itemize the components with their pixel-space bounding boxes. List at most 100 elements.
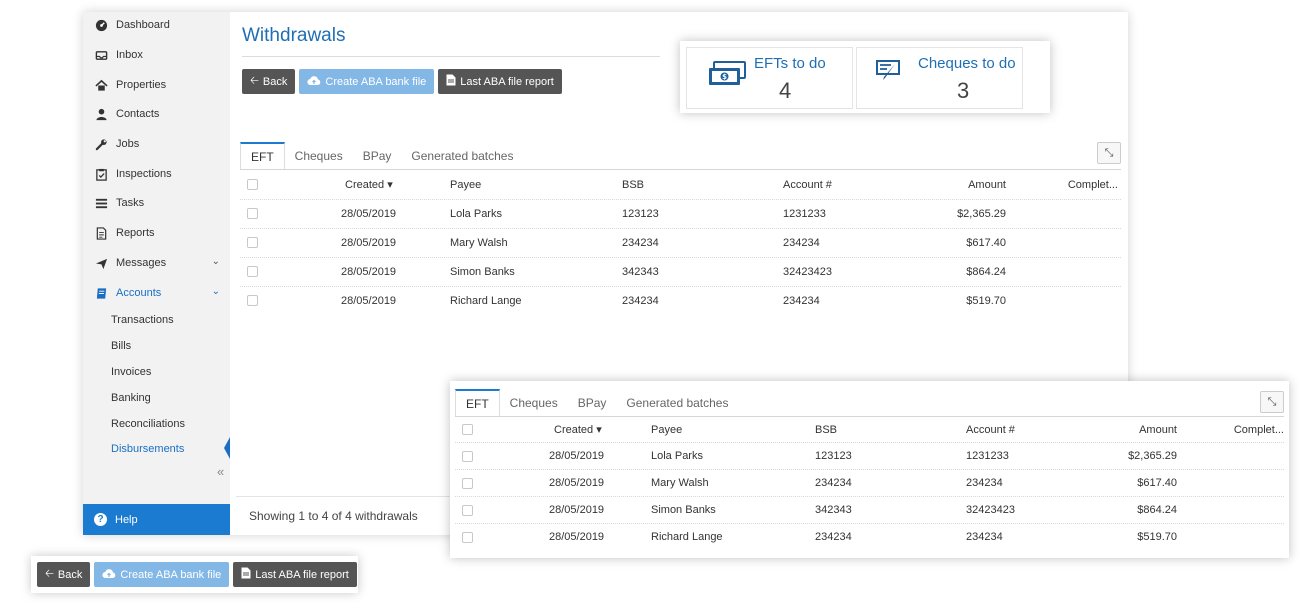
create-aba-button[interactable]: Create ABA bank file xyxy=(94,562,230,587)
cell-payee: Mary Walsh xyxy=(651,477,709,489)
cell-created: 28/05/2019 xyxy=(549,504,605,516)
select-all-checkbox[interactable] xyxy=(247,179,258,190)
file-icon xyxy=(241,567,251,582)
cheque-icon xyxy=(875,58,903,85)
header-account[interactable]: Account # xyxy=(783,171,832,199)
tab-divider xyxy=(240,169,1121,170)
sidebar-item-contacts[interactable]: Contacts xyxy=(83,103,230,125)
table-row[interactable]: 28/05/2019 Lola Parks 123123 1231233 $2,… xyxy=(455,443,1284,470)
row-checkbox[interactable] xyxy=(247,295,258,306)
chevron-down-icon[interactable]: ⌄ xyxy=(212,256,220,267)
table-row[interactable]: 28/05/2019 Lola Parks 123123 1231233 $2,… xyxy=(240,200,1121,229)
last-aba-report-button[interactable]: Last ABA file report xyxy=(233,562,357,587)
cell-payee: Simon Banks xyxy=(651,504,716,516)
cell-bsb: 234234 xyxy=(622,295,659,307)
cell-account: 32423423 xyxy=(783,266,832,278)
svg-text:$: $ xyxy=(722,73,727,81)
cell-payee: Lola Parks xyxy=(450,208,502,220)
row-checkbox[interactable] xyxy=(247,237,258,248)
chevron-down-icon[interactable]: ⌄ xyxy=(212,286,220,297)
cell-account: 32423423 xyxy=(966,504,1015,516)
sidebar-item-jobs[interactable]: Jobs xyxy=(83,133,230,155)
sidebar-item-tasks[interactable]: Tasks xyxy=(83,192,230,214)
active-item-marker xyxy=(224,437,230,459)
row-checkbox[interactable] xyxy=(462,451,473,462)
header-bsb[interactable]: BSB xyxy=(622,171,644,199)
sidebar-item-inbox[interactable]: Inbox xyxy=(83,44,230,66)
row-checkbox[interactable] xyxy=(247,208,258,219)
row-checkbox[interactable] xyxy=(462,505,473,516)
efts-value: 4 xyxy=(779,78,792,103)
expand-button[interactable]: ⤡ xyxy=(1260,391,1284,413)
subnav-reconciliations[interactable]: Reconciliations xyxy=(111,418,185,430)
tab-cheques[interactable]: Cheques xyxy=(285,142,353,169)
header-completed[interactable]: Complet... xyxy=(1234,417,1284,443)
book-icon xyxy=(94,286,108,300)
efts-card[interactable]: $ EFTs to do 4 xyxy=(686,47,853,109)
title-divider xyxy=(242,56,660,57)
cell-created: 28/05/2019 xyxy=(341,208,397,220)
inbox-icon xyxy=(94,48,108,62)
cell-payee: Simon Banks xyxy=(450,266,515,278)
header-created[interactable]: Created ▾ xyxy=(554,417,602,443)
table-row[interactable]: 28/05/2019 Richard Lange 234234 234234 $… xyxy=(455,524,1284,551)
subnav-invoices[interactable]: Invoices xyxy=(111,366,151,378)
table-row[interactable]: 28/05/2019 Simon Banks 342343 32423423 $… xyxy=(455,497,1284,524)
sidebar-item-inspections[interactable]: Inspections xyxy=(83,163,230,185)
sidebar-item-accounts[interactable]: Accounts ⌄ xyxy=(83,282,230,304)
list-icon xyxy=(94,196,108,210)
tab-generated-batches[interactable]: Generated batches xyxy=(616,389,738,416)
sidebar-item-messages[interactable]: Messages ⌄ xyxy=(83,252,230,274)
tab-generated-batches[interactable]: Generated batches xyxy=(401,142,523,169)
header-created[interactable]: Created ▾ xyxy=(345,171,393,199)
header-payee[interactable]: Payee xyxy=(651,417,682,443)
header-completed[interactable]: Complet... xyxy=(1068,171,1118,199)
collapse-sidebar-button[interactable]: « xyxy=(217,464,224,479)
withdrawals-table-zoom: EFT Cheques BPay Generated batches ⤡ Cre… xyxy=(455,389,1284,554)
sidebar-item-properties[interactable]: Properties xyxy=(83,74,230,96)
header-bsb[interactable]: BSB xyxy=(815,417,837,443)
header-amount[interactable]: Amount xyxy=(968,171,1006,199)
row-checkbox[interactable] xyxy=(462,478,473,489)
cell-account: 234234 xyxy=(783,295,820,307)
arrow-left-icon: 🡠 xyxy=(45,568,54,580)
row-checkbox[interactable] xyxy=(247,266,258,277)
subnav-transactions[interactable]: Transactions xyxy=(111,314,174,326)
table-row[interactable]: 28/05/2019 Richard Lange 234234 234234 $… xyxy=(240,287,1121,316)
subnav-bills[interactable]: Bills xyxy=(111,340,131,352)
last-aba-label: Last ABA file report xyxy=(255,568,349,581)
subnav-disbursements[interactable]: Disbursements xyxy=(111,443,184,455)
header-account[interactable]: Account # xyxy=(966,417,1015,443)
sidebar-item-reports[interactable]: Reports xyxy=(83,222,230,244)
table-row[interactable]: 28/05/2019 Mary Walsh 234234 234234 $617… xyxy=(455,470,1284,497)
cloud-upload-icon xyxy=(102,568,116,582)
table-row[interactable]: 28/05/2019 Mary Walsh 234234 234234 $617… xyxy=(240,229,1121,258)
cell-account: 1231233 xyxy=(783,208,826,220)
send-icon xyxy=(94,256,108,270)
money-icon: $ xyxy=(707,60,747,91)
header-amount[interactable]: Amount xyxy=(1139,417,1177,443)
tab-bpay[interactable]: BPay xyxy=(568,389,617,416)
tab-eft[interactable]: EFT xyxy=(455,389,500,416)
page-title: Withdrawals xyxy=(242,25,346,46)
last-aba-report-button[interactable]: Last ABA file report xyxy=(438,69,562,94)
select-all-checkbox[interactable] xyxy=(462,424,473,435)
tab-bpay[interactable]: BPay xyxy=(353,142,402,169)
create-aba-button[interactable]: Create ABA bank file xyxy=(299,69,435,94)
back-button[interactable]: 🡠 Back xyxy=(242,69,296,94)
expand-button[interactable]: ⤡ xyxy=(1097,142,1121,164)
tab-eft[interactable]: EFT xyxy=(240,142,285,169)
sidebar-item-dashboard[interactable]: Dashboard xyxy=(83,14,230,36)
back-button[interactable]: 🡠 Back xyxy=(37,562,91,587)
action-toolbar: 🡠 Back Create ABA bank file Last ABA fil… xyxy=(242,69,562,94)
cell-amount: $617.40 xyxy=(966,237,1006,249)
expand-icon: ⤡ xyxy=(1104,146,1114,159)
header-payee[interactable]: Payee xyxy=(450,171,481,199)
cheques-card[interactable]: Cheques to do 3 xyxy=(856,47,1023,109)
help-button[interactable]: ? Help xyxy=(83,504,230,535)
cell-bsb: 234234 xyxy=(815,531,852,543)
tab-cheques[interactable]: Cheques xyxy=(500,389,568,416)
subnav-banking[interactable]: Banking xyxy=(111,392,151,404)
row-checkbox[interactable] xyxy=(462,532,473,543)
table-row[interactable]: 28/05/2019 Simon Banks 342343 32423423 $… xyxy=(240,258,1121,287)
